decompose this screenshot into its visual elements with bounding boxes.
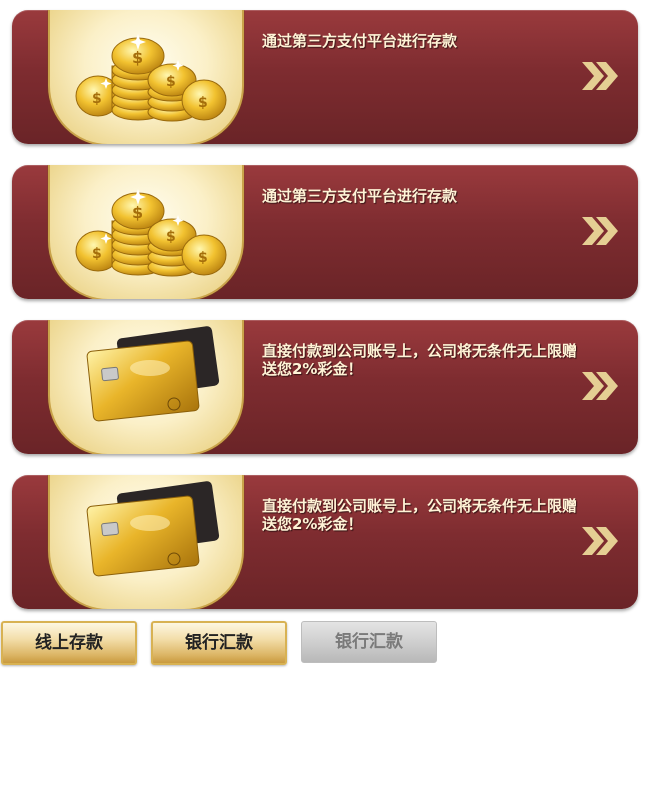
svg-text:$: $ [198,250,208,266]
svg-text:$: $ [166,74,176,90]
card-description: 通过第三方支付平台进行存款 [262,32,458,50]
gold-coins-icon: $ $ $ $ [75,189,227,277]
deposit-option-card[interactable]: $ $ $ $ 通过第三方支付平台进行存款 [12,165,638,299]
svg-text:$: $ [132,203,143,222]
tab-online-deposit[interactable]: 线上存款 [1,621,137,665]
card-description: 通过第三方支付平台进行存款 [262,187,458,205]
svg-text:$: $ [198,95,208,111]
icon-badge [48,320,244,454]
gold-coins-icon: $ $ $ $ [75,34,227,122]
svg-text:$: $ [166,229,176,245]
gold-bank-card-icon [86,326,220,422]
card-description: 直接付款到公司账号上，公司将无条件无上限赠送您2%彩金！ [262,342,578,378]
icon-badge [48,475,244,609]
svg-text:$: $ [132,48,143,67]
card-description: 直接付款到公司账号上，公司将无条件无上限赠送您2%彩金！ [262,497,578,533]
tab-bank-transfer[interactable]: 银行汇款 [151,621,287,665]
double-chevron-right-icon[interactable] [580,215,620,247]
gold-bank-card-icon [86,481,220,577]
icon-badge: $ $ $ $ [48,165,244,299]
icon-badge: $ $ $ $ [48,10,244,144]
svg-text:$: $ [92,91,102,107]
tab-bank-transfer-disabled[interactable]: 银行汇款 [301,621,437,663]
double-chevron-right-icon[interactable] [580,60,620,92]
svg-text:$: $ [92,246,102,262]
deposit-option-card[interactable]: 直接付款到公司账号上，公司将无条件无上限赠送您2%彩金！ [12,475,638,609]
deposit-option-card[interactable]: $ $ $ $ 通过第三方支付平台进行存款 [12,10,638,144]
double-chevron-right-icon[interactable] [580,525,620,557]
double-chevron-right-icon[interactable] [580,370,620,402]
deposit-option-card[interactable]: 直接付款到公司账号上，公司将无条件无上限赠送您2%彩金！ [12,320,638,454]
